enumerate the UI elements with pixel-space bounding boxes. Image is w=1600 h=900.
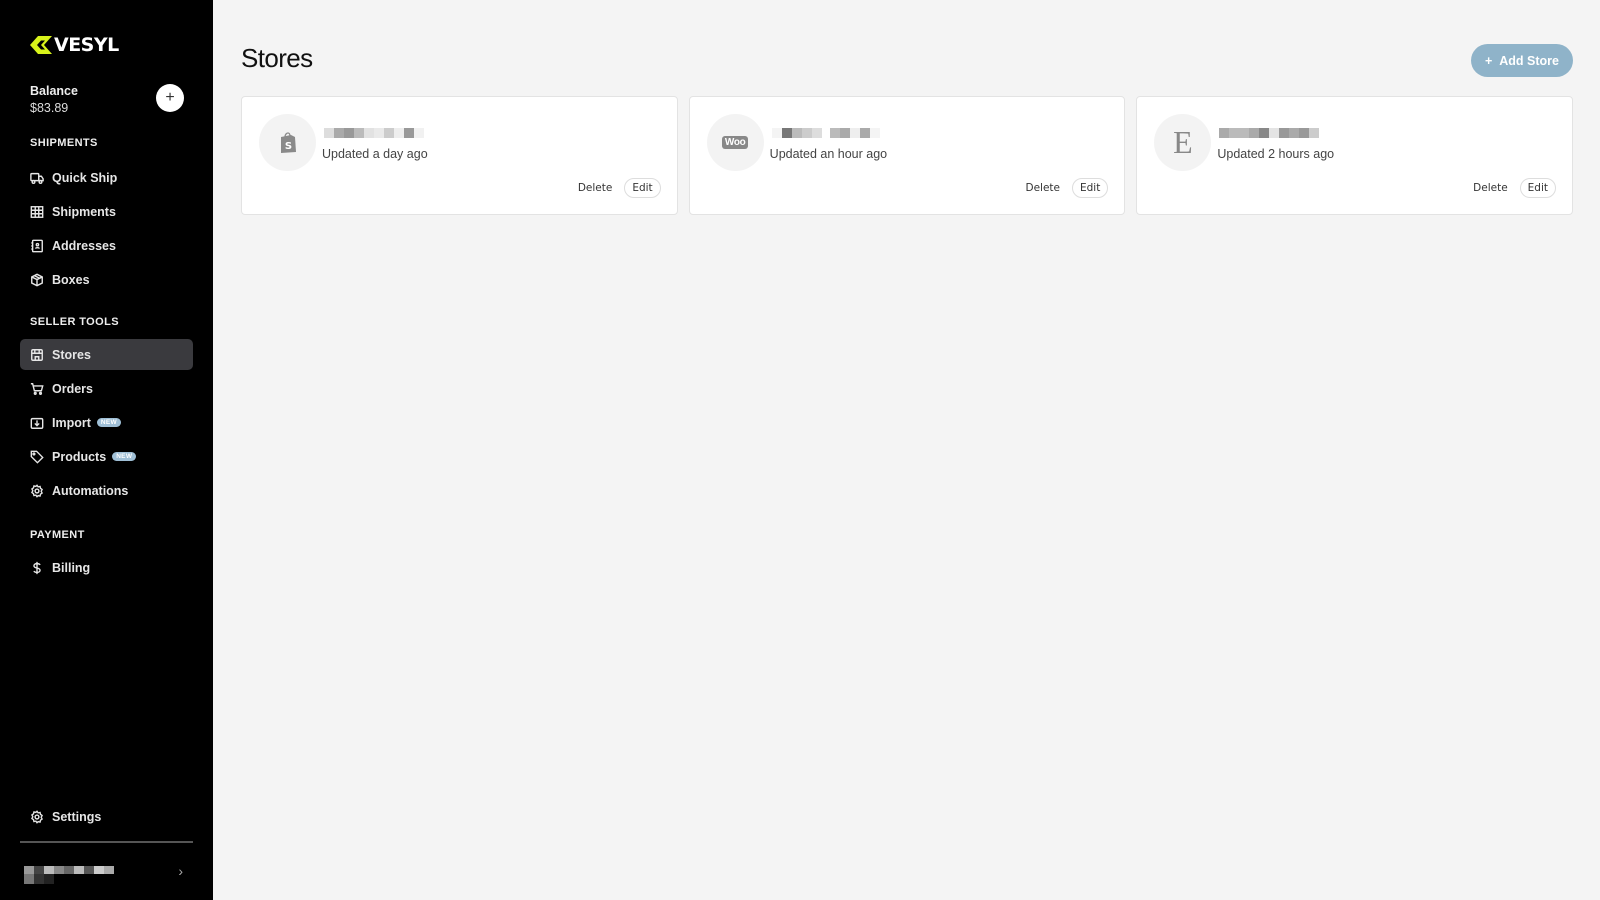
- sidebar-item-label: Automations: [52, 483, 129, 498]
- store-icon: [30, 348, 44, 362]
- sidebar-item-label: Products: [52, 449, 107, 464]
- card-actions: Delete Edit: [1473, 178, 1557, 198]
- address-book-icon: [30, 239, 44, 253]
- edit-store-button[interactable]: Edit: [624, 178, 661, 198]
- dollar-icon: [30, 561, 44, 575]
- shopify-bag-icon: S: [280, 131, 296, 153]
- gear-icon: [30, 483, 44, 498]
- balance-amount: $83.89: [30, 101, 69, 115]
- sidebar: VESYL Balance $83.89 + SHIPMENTS Quick S…: [0, 0, 213, 900]
- card-actions: Delete Edit: [578, 178, 661, 198]
- edit-store-button[interactable]: Edit: [1072, 178, 1109, 198]
- page-title: Stores: [241, 43, 313, 73]
- chevron-right-icon: ›: [178, 863, 183, 879]
- edit-store-button[interactable]: Edit: [1519, 178, 1557, 198]
- sidebar-item-stores[interactable]: Stores: [20, 339, 193, 370]
- section-seller-tools: SELLER TOOLS: [30, 316, 119, 328]
- sidebar-item-import[interactable]: Import NEW: [20, 407, 193, 438]
- svg-text:S: S: [284, 141, 291, 152]
- balance: Balance $83.89: [30, 83, 78, 117]
- grid-icon: [30, 205, 44, 219]
- sidebar-item-products[interactable]: Products NEW: [20, 441, 193, 472]
- sidebar-item-addresses[interactable]: Addresses: [20, 230, 193, 261]
- settings-gear-icon: [30, 809, 44, 824]
- tag-icon: [30, 450, 44, 464]
- cart-icon: [30, 382, 44, 396]
- etsy-e-icon: E: [1173, 124, 1193, 160]
- vesyl-logo[interactable]: VESYL: [30, 34, 119, 56]
- sidebar-item-label: Boxes: [52, 272, 90, 287]
- delete-store-button[interactable]: Delete: [1026, 182, 1061, 194]
- user-name-redacted: [24, 856, 114, 886]
- truck-icon: [30, 171, 44, 185]
- section-shipments: SHIPMENTS: [30, 137, 98, 149]
- logo-mark-icon: [30, 36, 52, 54]
- sidebar-item-label: Settings: [52, 809, 102, 824]
- add-store-button[interactable]: + Add Store: [1470, 44, 1573, 77]
- section-payment: PAYMENT: [30, 529, 85, 541]
- sidebar-item-quick-ship[interactable]: Quick Ship: [20, 162, 193, 193]
- brand-name: VESYL: [54, 34, 119, 56]
- sidebar-item-label: Stores: [52, 347, 91, 362]
- import-icon: [30, 416, 44, 430]
- sidebar-item-label: Shipments: [52, 204, 116, 219]
- sidebar-item-label: Orders: [52, 381, 93, 396]
- etsy-logo: E: [1154, 114, 1212, 171]
- sidebar-item-label: Billing: [52, 560, 91, 575]
- add-funds-button[interactable]: +: [156, 84, 184, 112]
- store-card: Woo Updated an hour ago Delete Edit: [688, 96, 1126, 215]
- sidebar-item-billing[interactable]: Billing: [20, 552, 193, 583]
- sidebar-item-orders[interactable]: Orders: [20, 373, 193, 404]
- sidebar-item-label: Quick Ship: [52, 170, 118, 185]
- store-updated-time: Updated an hour ago: [769, 147, 888, 161]
- balance-label: Balance: [30, 84, 78, 98]
- add-store-label: Add Store: [1499, 53, 1559, 68]
- store-name-redacted: [324, 128, 424, 138]
- sidebar-item-shipments[interactable]: Shipments: [20, 196, 193, 227]
- plus-icon: +: [1484, 53, 1493, 68]
- store-updated-time: Updated a day ago: [322, 147, 428, 161]
- store-updated-time: Updated 2 hours ago: [1217, 147, 1335, 161]
- store-card: E Updated 2 hours ago Delete Edit: [1136, 96, 1574, 215]
- store-card: S Updated a day ago Delete Edit: [241, 96, 678, 215]
- sidebar-item-automations[interactable]: Automations: [20, 475, 193, 506]
- woo-icon: Woo: [721, 136, 749, 149]
- sidebar-item-label: Addresses: [52, 238, 116, 253]
- delete-store-button[interactable]: Delete: [1473, 182, 1508, 194]
- new-badge: NEW: [96, 418, 121, 427]
- sidebar-item-label: Import: [52, 415, 91, 430]
- box-icon: [30, 273, 44, 287]
- sidebar-divider: [20, 841, 193, 843]
- sidebar-item-settings[interactable]: Settings: [20, 801, 193, 832]
- store-list: S Updated a day ago Delete Edit Woo Upda…: [241, 96, 1574, 215]
- new-badge: NEW: [112, 452, 137, 461]
- main-content: Stores + Add Store S Updated a day ago D…: [213, 0, 1600, 900]
- shopify-logo: S: [259, 114, 316, 171]
- card-actions: Delete Edit: [1026, 178, 1109, 198]
- delete-store-button[interactable]: Delete: [578, 182, 613, 194]
- sidebar-item-boxes[interactable]: Boxes: [20, 264, 193, 295]
- store-name-redacted: [1219, 128, 1320, 138]
- woocommerce-logo: Woo: [706, 114, 764, 171]
- user-menu[interactable]: ›: [24, 853, 189, 889]
- store-name-redacted: [771, 128, 880, 138]
